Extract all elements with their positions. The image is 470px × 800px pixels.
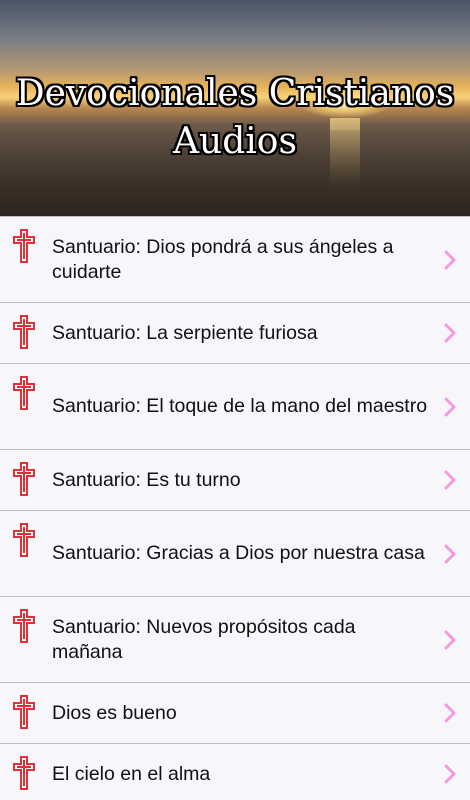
cross-icon bbox=[13, 315, 35, 349]
list-item[interactable]: Dios es bueno bbox=[0, 683, 470, 744]
list-item-label: Santuario: Es tu turno bbox=[52, 468, 241, 491]
chevron-right-icon bbox=[444, 397, 456, 416]
app-title-line2: Audios bbox=[173, 121, 297, 162]
list-item-label: Dios es bueno bbox=[52, 701, 177, 724]
list-item[interactable]: Santuario: El toque de la mano del maest… bbox=[0, 364, 470, 450]
chevron-right-icon bbox=[444, 703, 456, 723]
list-item[interactable]: Santuario: La serpiente furiosa bbox=[0, 303, 470, 364]
chevron-right-icon bbox=[444, 630, 456, 649]
list-item-label: Santuario: La serpiente furiosa bbox=[52, 321, 318, 344]
chevron-right-icon bbox=[444, 250, 456, 269]
chevron-right-icon bbox=[444, 544, 456, 563]
app-title-line1: Devocionales Cristianos bbox=[15, 73, 455, 114]
list-item-label: Santuario: Nuevos propósitos cada mañana bbox=[52, 615, 356, 663]
list-item-label: El cielo en el alma bbox=[52, 762, 211, 785]
list-item-label: Santuario: Gracias a Dios por nuestra ca… bbox=[52, 542, 425, 564]
cross-icon bbox=[13, 609, 35, 643]
cross-icon bbox=[13, 229, 35, 263]
list-item[interactable]: Santuario: Nuevos propósitos cada mañana bbox=[0, 597, 470, 683]
list-item[interactable]: Santuario: Es tu turno bbox=[0, 450, 470, 511]
header-banner: Devocionales Cristianos Audios bbox=[0, 0, 470, 216]
list-item-label: Santuario: Dios pondrá a sus ángeles a c… bbox=[52, 235, 394, 283]
cross-icon bbox=[13, 462, 35, 496]
chevron-right-icon bbox=[444, 323, 456, 343]
list-item[interactable]: Santuario: Gracias a Dios por nuestra ca… bbox=[0, 511, 470, 597]
list-item-label: Santuario: El toque de la mano del maest… bbox=[52, 395, 428, 417]
app-title: Devocionales Cristianos Audios bbox=[0, 70, 470, 166]
chevron-right-icon bbox=[444, 470, 456, 490]
list-item[interactable]: El cielo en el alma bbox=[0, 744, 470, 800]
devotional-list: Santuario: Dios pondrá a sus ángeles a c… bbox=[0, 216, 470, 800]
cross-icon bbox=[13, 695, 35, 729]
cross-icon bbox=[13, 523, 35, 557]
cross-icon bbox=[13, 756, 35, 790]
chevron-right-icon bbox=[444, 764, 456, 784]
cross-icon bbox=[13, 376, 35, 410]
list-item[interactable]: Santuario: Dios pondrá a sus ángeles a c… bbox=[0, 217, 470, 303]
